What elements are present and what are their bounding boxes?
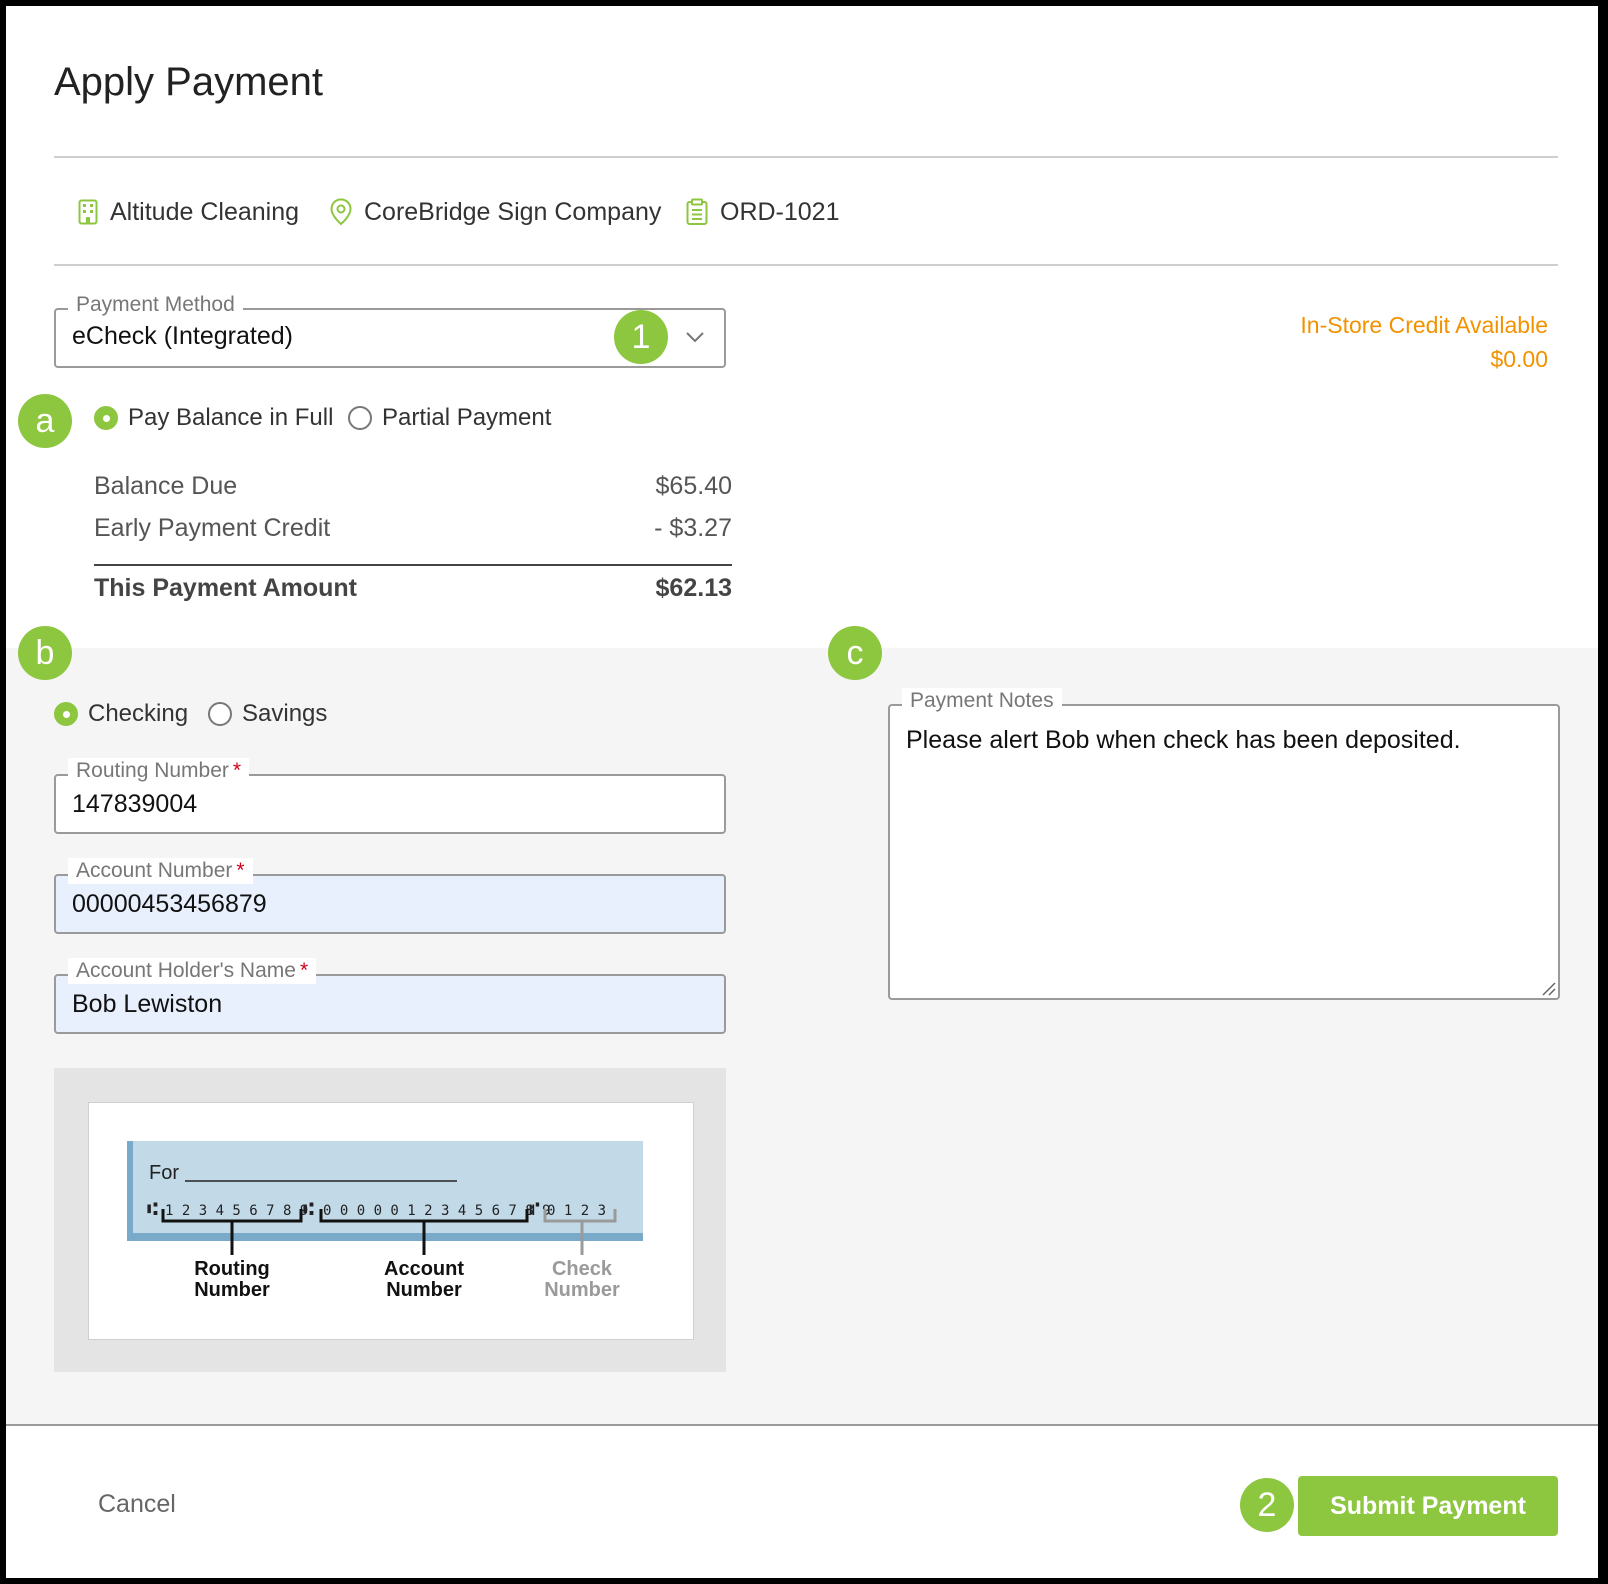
radio-label: Savings <box>242 700 328 727</box>
check-caption-line2: Number <box>544 1279 620 1301</box>
clipboard-icon <box>686 198 708 225</box>
callout-badge-2: 2 <box>1240 1478 1294 1532</box>
radio-partial-payment[interactable]: Partial Payment <box>348 404 551 432</box>
apply-payment-dialog: Apply Payment Altitude Cleaning CoreBrid… <box>6 6 1598 1578</box>
divider <box>54 156 1558 158</box>
payment-notes-value: Please alert Bob when check has been dep… <box>906 726 1461 754</box>
footer-divider <box>6 1424 1598 1426</box>
routing-caption-line2: Number <box>194 1279 270 1301</box>
balance-due-label: Balance Due <box>94 472 238 500</box>
location-info: CoreBridge Sign Company <box>330 196 661 228</box>
credit-label: In-Store Credit Available <box>1300 312 1548 338</box>
radio-savings[interactable]: Savings <box>208 700 327 728</box>
check-illustration: For ⑆ 1 2 3 4 5 6 7 8 9 ⑆ 0 0 0 0 0 1 2 … <box>88 1102 694 1340</box>
radio-label: Pay Balance in Full <box>128 404 334 431</box>
payment-notes-label: Payment Notes <box>902 688 1062 714</box>
callout-badge-c: c <box>828 626 882 680</box>
radio-selected-icon <box>54 702 78 726</box>
micr-routing: 1 2 3 4 5 6 7 8 9 <box>165 1203 308 1219</box>
svg-text:⑆: ⑆ <box>147 1199 158 1220</box>
customer-info: Altitude Cleaning <box>78 196 299 228</box>
balance-due-value: $65.40 <box>655 472 732 500</box>
routing-caption-line1: Routing <box>194 1258 270 1280</box>
submit-payment-button[interactable]: Submit Payment <box>1298 1476 1558 1536</box>
location-name: CoreBridge Sign Company <box>364 197 662 226</box>
account-holder-name-field[interactable]: Account Holder's Name * Bob Lewiston <box>54 958 726 1034</box>
radio-checking[interactable]: Checking <box>54 700 188 728</box>
payment-method-value: eCheck (Integrated) <box>72 322 293 350</box>
payment-amount-label: This Payment Amount <box>94 574 357 602</box>
in-store-credit: In-Store Credit Available $0.00 <box>1300 308 1548 376</box>
account-number-label: Account Number * <box>68 858 253 884</box>
account-holder-name-value: Bob Lewiston <box>72 990 223 1018</box>
check-for-label: For <box>149 1162 179 1184</box>
account-caption-line2: Number <box>386 1279 462 1301</box>
check-caption-line1: Check <box>552 1258 613 1280</box>
dialog-title: Apply Payment <box>54 60 324 104</box>
radio-unselected-icon <box>348 406 372 430</box>
divider <box>54 264 1558 266</box>
balance-due-row: Balance Due $65.40 <box>94 472 732 501</box>
callout-badge-a: a <box>18 394 72 448</box>
customer-name: Altitude Cleaning <box>110 197 300 226</box>
micr-check: 0 1 2 3 <box>547 1203 606 1219</box>
account-number-value: 00000453456879 <box>72 890 267 918</box>
payment-amount-value: $62.13 <box>655 574 732 602</box>
routing-number-value: 147839004 <box>72 790 198 818</box>
radio-unselected-icon <box>208 702 232 726</box>
account-holder-name-label: Account Holder's Name * <box>68 958 317 984</box>
account-number-field[interactable]: Account Number * 00000453456879 <box>54 858 726 934</box>
payment-method-label: Payment Method <box>68 292 243 318</box>
order-number: ORD-1021 <box>720 197 840 226</box>
early-credit-value: - $3.27 <box>654 514 732 542</box>
early-credit-label: Early Payment Credit <box>94 514 331 542</box>
check-diagram: For ⑆ 1 2 3 4 5 6 7 8 9 ⑆ 0 0 0 0 0 1 2 … <box>54 1068 726 1372</box>
micr-account: 0 0 0 0 0 1 2 3 4 5 6 7 8 9 <box>323 1203 551 1219</box>
account-caption-line1: Account <box>384 1258 464 1280</box>
order-info: ORD-1021 <box>686 196 840 228</box>
cancel-button[interactable]: Cancel <box>98 1490 176 1519</box>
radio-label: Partial Payment <box>382 404 552 431</box>
routing-number-field[interactable]: Routing Number * 147839004 <box>54 758 726 834</box>
location-pin-icon <box>330 198 352 226</box>
payment-amount-row: This Payment Amount $62.13 <box>94 574 732 603</box>
svg-text:⑆: ⑆ <box>303 1199 314 1220</box>
check-image: For ⑆ 1 2 3 4 5 6 7 8 9 ⑆ 0 0 0 0 0 1 2 … <box>127 1141 643 1301</box>
chevron-down-icon[interactable] <box>684 326 706 348</box>
radio-label: Checking <box>88 700 189 727</box>
payment-notes-textarea[interactable]: Payment Notes Please alert Bob when chec… <box>888 688 1560 1000</box>
svg-text:⑈: ⑈ <box>529 1199 540 1220</box>
credit-amount: $0.00 <box>1490 346 1548 372</box>
early-payment-credit-row: Early Payment Credit - $3.27 <box>94 514 732 543</box>
callout-badge-b: b <box>18 626 72 680</box>
routing-number-label: Routing Number * <box>68 758 250 784</box>
radio-selected-icon <box>94 406 118 430</box>
summary-divider <box>94 564 732 566</box>
callout-badge-1: 1 <box>614 310 668 364</box>
resize-handle-icon[interactable] <box>1540 980 1556 996</box>
building-icon <box>78 199 98 225</box>
radio-pay-balance-in-full[interactable]: Pay Balance in Full <box>94 404 333 432</box>
